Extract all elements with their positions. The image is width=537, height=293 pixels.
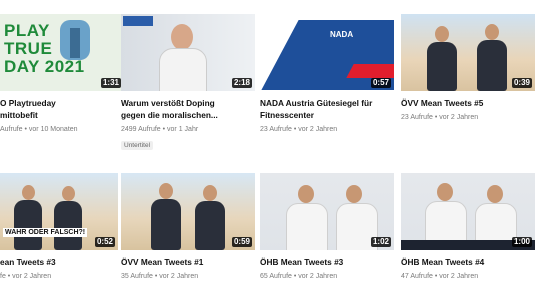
nada-logo: NADA xyxy=(330,30,354,39)
quiz-overlay: WAHR ODER FALSCH?! xyxy=(3,228,88,237)
speaker-head xyxy=(171,24,193,50)
video-meta: 47 Aufrufe • vor 2 Jahren xyxy=(401,273,479,280)
video-title[interactable]: ÖVV Mean Tweets #1 xyxy=(121,256,255,268)
video-title[interactable]: Warum verstößt Doping gegen die moralisc… xyxy=(121,97,255,121)
video-title[interactable]: O Playtrueday mittobefit xyxy=(0,97,124,121)
video-title[interactable]: ÖHB Mean Tweets #4 xyxy=(401,256,535,268)
video-title-line: NADA Austria Gütesiegel für xyxy=(260,98,373,108)
video-title-line: gegen die moralischen... xyxy=(121,110,218,120)
player-body xyxy=(427,42,457,91)
player-head xyxy=(437,183,453,201)
video-title-line: Fitnesscenter xyxy=(260,110,314,120)
video-title-line: ÖVV Mean Tweets #1 xyxy=(121,257,204,267)
video-meta: 65 Aufrufe • vor 2 Jahren xyxy=(260,273,338,280)
video-title-line: O Playtrueday xyxy=(0,98,56,108)
video-thumbnail[interactable]: 2:18 xyxy=(121,14,255,91)
video-thumbnail[interactable]: 1:00 xyxy=(401,173,535,250)
player-head xyxy=(203,185,217,201)
video-title-line: Warum verstößt Doping xyxy=(121,98,215,108)
video-title[interactable]: NADA Austria Gütesiegel für Fitnesscente… xyxy=(260,97,394,121)
video-thumbnail[interactable]: PLAY TRUE DAY 2021 1:31 xyxy=(0,14,124,91)
video-title[interactable]: ÖHB Mean Tweets #3 xyxy=(260,256,394,268)
player-head xyxy=(22,185,35,200)
video-title-line: ÖHB Mean Tweets #4 xyxy=(401,257,485,267)
subtitles-badge: Untertitel xyxy=(121,141,154,150)
video-thumbnail[interactable]: 0:59 xyxy=(121,173,255,250)
duration-badge: 0:59 xyxy=(231,237,252,247)
video-thumbnail[interactable]: 1:02 xyxy=(260,173,394,250)
video-grid: PLAY TRUE DAY 2021 1:31 O Playtrueday mitt… xyxy=(0,0,537,293)
video-title-line: ÖVV Mean Tweets #5 xyxy=(401,98,484,108)
video-meta: fe • vor 2 Jahren xyxy=(0,273,52,280)
video-meta: 23 Aufrufe • vor 2 Jahren xyxy=(401,114,479,121)
video-meta: 35 Aufrufe • vor 2 Jahren xyxy=(121,273,199,280)
video-title-line: ÖHB Mean Tweets #3 xyxy=(260,257,344,267)
player-body xyxy=(286,203,328,250)
player-head xyxy=(298,185,314,203)
player-body xyxy=(477,40,507,91)
duration-badge: 1:00 xyxy=(511,237,532,247)
video-thumbnail[interactable]: 0:39 xyxy=(401,14,535,91)
channel-logo xyxy=(123,16,153,26)
video-title-line: mittobefit xyxy=(0,110,38,120)
duration-badge: 0:39 xyxy=(511,78,532,88)
player-body xyxy=(14,200,42,250)
duration-badge: 0:57 xyxy=(370,78,391,88)
video-thumbnail[interactable]: WAHR ODER FALSCH?! 0:52 xyxy=(0,173,118,250)
player-body xyxy=(151,199,181,250)
brand-stripe-red xyxy=(346,64,394,78)
duration-badge: 1:02 xyxy=(370,237,391,247)
duration-badge: 2:18 xyxy=(231,78,252,88)
player-head xyxy=(485,24,499,40)
video-title[interactable]: ean Tweets #3 xyxy=(0,256,118,268)
player-head xyxy=(435,26,449,42)
video-meta: 23 Aufrufe • vor 2 Jahren xyxy=(260,126,338,133)
video-meta: 2499 Aufrufe • vor 1 Jahr xyxy=(121,126,199,133)
player-head xyxy=(62,186,75,201)
player-head xyxy=(487,185,503,203)
duration-badge: 1:31 xyxy=(100,78,121,88)
video-title-line: ean Tweets #3 xyxy=(0,257,56,267)
player-head xyxy=(159,183,173,199)
video-thumbnail[interactable]: NADA 0:57 xyxy=(260,14,394,91)
video-meta: Aufrufe • vor 10 Monaten xyxy=(0,126,78,133)
video-title[interactable]: ÖVV Mean Tweets #5 xyxy=(401,97,535,109)
speaker-body xyxy=(159,48,207,91)
player-body xyxy=(54,201,82,250)
player-head xyxy=(346,185,362,203)
duration-badge: 0:52 xyxy=(94,237,115,247)
player-body xyxy=(195,201,225,250)
athlete-illustration xyxy=(70,28,80,58)
